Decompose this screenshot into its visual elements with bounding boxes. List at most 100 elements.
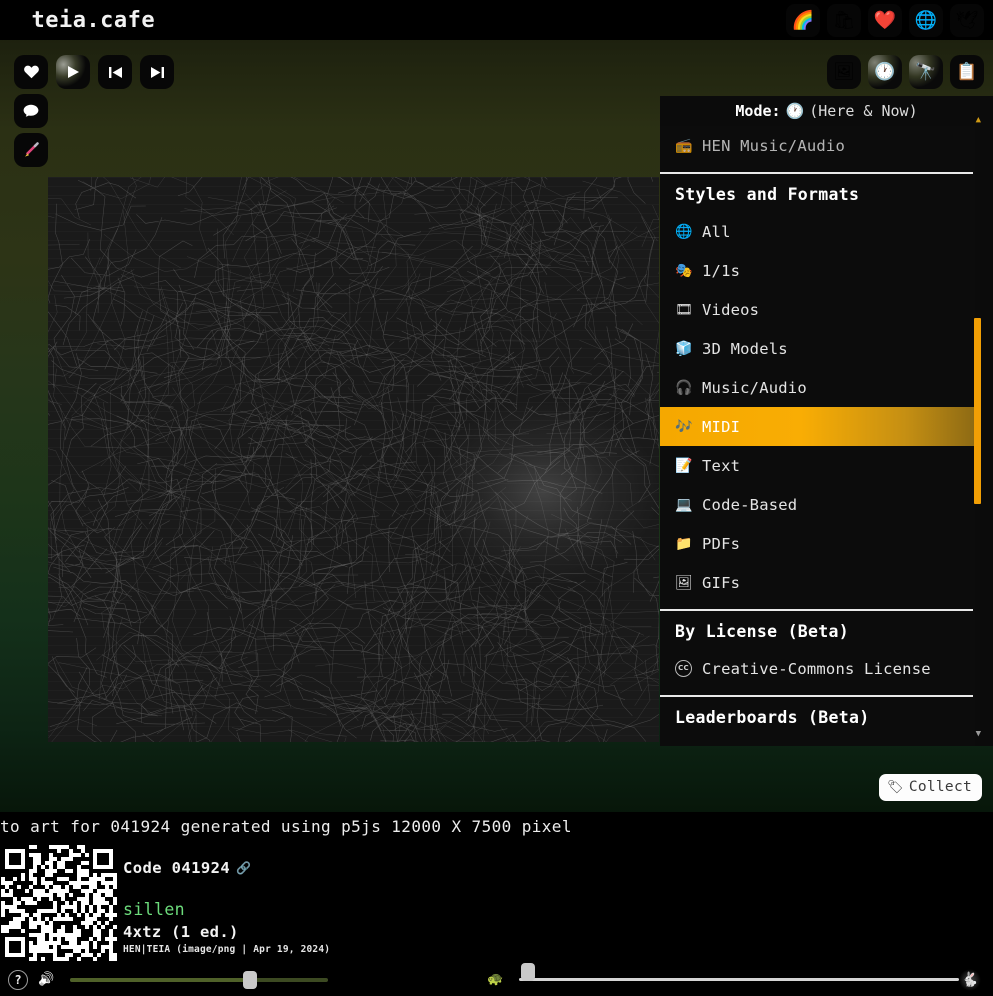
artwork-description-text: to art for 041924 generated using p5js 1…	[0, 817, 572, 836]
film-frames-icon: 🎞	[675, 301, 693, 318]
image-view-button[interactable]: 🖼	[827, 55, 861, 89]
artwork-canvas[interactable]	[48, 177, 659, 742]
mode-header: Mode: 🕐 (Here & Now)	[660, 96, 993, 126]
menu-divider	[660, 172, 973, 174]
menu-item-videos[interactable]: 🎞 Videos	[660, 290, 975, 329]
comment-row	[14, 94, 174, 128]
page-title: teia.cafe	[31, 7, 156, 33]
next-button[interactable]	[140, 55, 174, 89]
menu-item-gifs[interactable]: 🖼 GIFs	[660, 563, 975, 602]
speaker-icon[interactable]: 🔊	[38, 973, 54, 986]
menu-item-1-1s[interactable]: 🎭 1/1s	[660, 251, 975, 290]
menu-item-label: Music/Audio	[702, 378, 807, 397]
token-code-label: Code 041924	[123, 859, 231, 877]
previous-button[interactable]	[98, 55, 132, 89]
menu-divider	[660, 695, 973, 697]
telescope-button[interactable]: 🔭	[909, 55, 943, 89]
menu-item-3d-models[interactable]: 🧊 3D Models	[660, 329, 975, 368]
collect-button[interactable]: 🏷 Collect	[879, 774, 983, 801]
headphones-icon: 🎧	[675, 379, 693, 396]
play-button[interactable]	[56, 55, 90, 89]
menu-item-label: 3D Models	[702, 339, 788, 358]
menu-scrollbar-thumb[interactable]	[974, 318, 981, 504]
token-source: HEN|TEIA (image/png | Apr 19, 2024)	[123, 944, 331, 955]
rainbow-icon[interactable]: 🌈	[786, 4, 820, 37]
clock-icon: 🕐	[785, 102, 805, 120]
player-bar-row: ? 🔊 🐢 🐇	[0, 962, 993, 991]
menu-item-label: Code-Based	[702, 495, 798, 514]
token-code-row[interactable]: Code 041924 🔗	[123, 859, 330, 877]
paintbrush-button[interactable]	[14, 133, 48, 167]
token-info-panel: Code 041924 🔗 sillen 4xtz (1 ed.) HEN|TE…	[0, 841, 993, 963]
token-price: 4xtz (1 ed.)	[123, 923, 239, 941]
menu-item-label: Recent Sales	[702, 746, 816, 747]
rabbit-icon: 🐇	[959, 968, 981, 991]
memo-icon: 📝	[675, 457, 693, 474]
paint-row	[14, 133, 174, 167]
comment-button[interactable]	[14, 94, 48, 128]
menu-item-label: All	[702, 222, 731, 241]
speed-slider-thumb[interactable]	[521, 962, 535, 981]
menu-item-code-based[interactable]: 💻 Code-Based	[660, 485, 975, 524]
picture-icon: 🖼	[675, 574, 693, 591]
menu-item-label: 1/1s	[702, 261, 741, 280]
menu-section-heading-styles: Styles and Formats	[675, 185, 860, 204]
folder-icon: 📁	[675, 535, 693, 552]
menu-item-music-audio[interactable]: 🎧 Music/Audio	[660, 368, 975, 407]
help-button[interactable]: ?	[8, 969, 28, 990]
playback-row	[14, 55, 174, 89]
scroll-up-indicator[interactable]: ▲	[976, 116, 981, 125]
menu-item-pdfs[interactable]: 📁 PDFs	[660, 524, 975, 563]
menu-item-label: Videos	[702, 300, 760, 319]
mode-value: (Here & Now)	[809, 102, 918, 120]
clipboard-button[interactable]: 📋	[950, 55, 984, 89]
menu-item-midi[interactable]: 🎶 MIDI	[660, 407, 975, 446]
menu-item-label: Creative-Commons License	[702, 659, 931, 678]
menu-item-label: MIDI	[702, 417, 741, 436]
menu-divider	[660, 609, 973, 611]
menu-item-label: GIFs	[702, 573, 741, 592]
tag-icon: 🏷	[887, 779, 904, 795]
heart-icon[interactable]: ❤️	[868, 4, 902, 37]
token-meta: Code 041924 🔗 sillen 4xtz (1 ed.) HEN|TE…	[123, 859, 330, 955]
menu-scrollbar-track[interactable]	[974, 128, 981, 744]
mode-label: Mode:	[735, 102, 781, 120]
cube-icon: 🧊	[675, 340, 693, 357]
filter-dropdown-menu: Mode: 🕐 (Here & Now) 📻 HEN Music/Audio S…	[660, 96, 993, 746]
globe-icon[interactable]: 🌐	[909, 4, 943, 37]
menu-item-hen-music-audio[interactable]: 📻 HEN Music/Audio	[660, 126, 975, 165]
artwork-description-marquee: to art for 041924 generated using p5js 1…	[0, 812, 993, 841]
player-bar: ? 🔊 🐢 🐇	[0, 962, 993, 996]
menu-item-label: HEN Music/Audio	[702, 136, 845, 155]
here-and-now-button[interactable]: 🕐	[868, 55, 902, 89]
volume-slider-thumb[interactable]	[243, 970, 258, 989]
qr-code[interactable]	[1, 845, 117, 961]
radio-icon: 📻	[675, 137, 693, 154]
brand[interactable]: ☕ teia.cafe	[0, 8, 155, 33]
menu-item-creative-commons-license[interactable]: CC Creative-Commons License	[660, 649, 975, 688]
laptop-icon: 💻	[675, 496, 693, 513]
menu-item-label: PDFs	[702, 534, 741, 553]
menu-item-label: Text	[702, 456, 741, 475]
top-icon-bar: 🌈 🛍 ❤️ 🌐 🕊	[786, 4, 984, 37]
right-tool-bar: 🖼 🕐 🔭 📋	[827, 55, 984, 89]
like-button[interactable]	[14, 55, 48, 89]
left-control-stack	[14, 55, 174, 172]
menu-section-heading-license: By License (Beta)	[675, 622, 849, 641]
theater-masks-icon: 🎭	[675, 262, 693, 279]
volume-slider[interactable]	[70, 970, 329, 989]
turtle-icon: 🐢	[487, 972, 504, 987]
creative-commons-icon: CC	[675, 660, 692, 677]
scroll-down-indicator[interactable]: ▼	[976, 730, 981, 739]
shopping-bag-icon[interactable]: 🛍	[827, 4, 861, 37]
dove-icon[interactable]: 🕊	[950, 4, 984, 37]
menu-item-text[interactable]: 📝 Text	[660, 446, 975, 485]
menu-item-all[interactable]: 🌐 All	[660, 212, 975, 251]
musical-notes-icon: 🎶	[675, 418, 693, 435]
artist-name[interactable]: sillen	[123, 900, 330, 919]
menu-scroll-area[interactable]: 📻 HEN Music/Audio Styles and Formats 🌐 A…	[660, 126, 975, 746]
menu-item-recent-sales[interactable]: 💸 Recent Sales	[660, 735, 975, 747]
globe-icon: 🌐	[675, 223, 693, 240]
link-icon[interactable]: 🔗	[236, 861, 251, 875]
speed-slider[interactable]	[519, 978, 959, 981]
